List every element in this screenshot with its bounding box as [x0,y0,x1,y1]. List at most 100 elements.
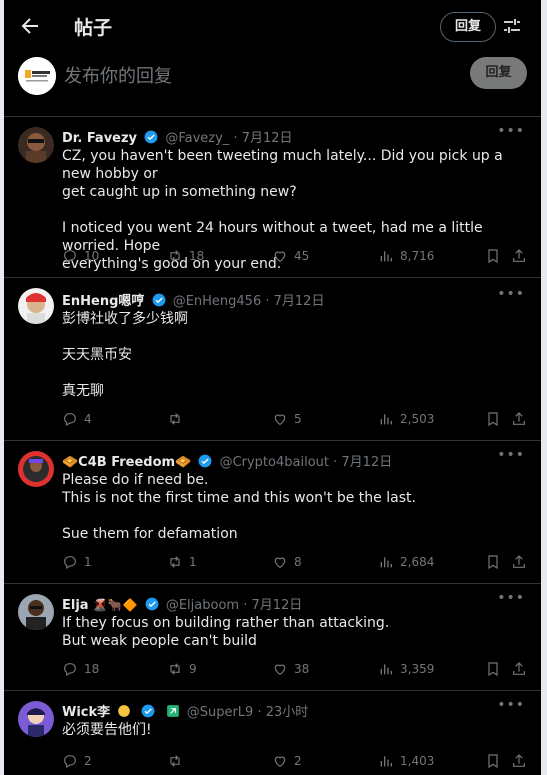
share-icon[interactable] [511,411,527,427]
retweet-icon [170,413,180,425]
views-action[interactable]: 2,684 [378,554,434,570]
reply-count: 4 [84,412,92,426]
views-count: 2,684 [400,555,435,569]
separator: · [333,455,338,470]
handle[interactable]: @SuperL9 [187,705,254,720]
like-action[interactable]: 38 [272,661,309,677]
timestamp[interactable]: 7月12日 [274,294,325,309]
share-icon[interactable] [511,554,527,570]
reply-action[interactable]: 18 [62,661,99,677]
more-options-icon[interactable]: ••• [497,697,525,713]
views-icon [380,664,392,675]
avatar[interactable] [18,594,54,630]
share-icon[interactable] [511,661,527,677]
tweet[interactable]: 🧇C4B Freedom🧇 @Crypto4bailout · 7月12日 ••… [4,441,541,584]
post-page: 帖子 回复 发布你的回复 回复 Dr. Favezy @Favezy_ · 7月… [4,0,541,775]
bookmark-icon[interactable] [485,248,501,264]
avatar[interactable] [18,451,54,487]
handle[interactable]: @Crypto4bailout [220,455,329,470]
bookmark-icon[interactable] [485,661,501,677]
retweet-count: 1 [189,555,197,569]
back-arrow-icon[interactable] [18,14,42,38]
reply-action[interactable]: 10 [62,248,99,264]
retweet-icon [170,250,180,262]
tweet-actions: 2 2 1,403 [62,753,525,771]
display-name[interactable]: EnHeng嗯哼 [62,294,144,309]
timestamp[interactable]: 7月12日 [341,455,392,470]
views-action[interactable]: 3,359 [378,661,434,677]
handle[interactable]: @Favezy_ [165,131,229,146]
more-options-icon[interactable]: ••• [497,123,525,139]
tweet-line: 彭博社收了多少钱啊 [62,311,188,327]
like-action[interactable]: 5 [272,411,302,427]
tweet-actions: 1 1 8 2,684 [62,554,525,572]
tweet-text: Please do if need be. This is not the fi… [62,471,529,543]
display-name[interactable]: Elja [62,598,89,613]
bookmark-icon[interactable] [485,554,501,570]
reply-count: 1 [84,555,92,569]
tweet-line: 必须要告他们! [62,722,152,738]
separator: · [243,598,248,613]
bookmark-icon[interactable] [485,753,501,769]
tweet-text: 彭博社收了多少钱啊 天天黑币安 真无聊 [62,310,529,400]
tweet-line: But weak people can't build [62,633,257,649]
tweet-line: This is not the first time and this won'… [62,490,416,506]
reply-button[interactable]: 回复 [470,57,527,89]
reply-icon [64,663,76,677]
separator: · [233,131,238,146]
more-options-icon[interactable]: ••• [497,286,525,302]
verified-badge-icon [145,597,159,611]
views-count: 8,716 [400,249,435,263]
display-name[interactable]: 🧇C4B Freedom🧇 [62,455,191,470]
timestamp[interactable]: 7月12日 [251,598,302,613]
like-count: 8 [294,555,302,569]
retweet-action[interactable] [167,753,189,769]
like-count: 38 [294,662,310,676]
views-action[interactable]: 2,503 [378,411,434,427]
retweet-count: 9 [189,662,197,676]
views-action[interactable]: 1,403 [378,753,434,769]
more-options-icon[interactable]: ••• [497,447,525,463]
reply-action[interactable]: 4 [62,411,92,427]
handle[interactable]: @Eljaboom [166,598,239,613]
avatar[interactable] [18,288,54,324]
tweet[interactable]: Wick李 @SuperL9 · 23小时 ••• 必须要告他们! 2 2 1,… [4,691,541,775]
affiliate-badge-icon [166,705,179,717]
reply-input[interactable]: 发布你的回复 [64,62,172,88]
like-action[interactable]: 8 [272,554,302,570]
like-action[interactable]: 2 [272,753,302,769]
retweet-icon [170,556,180,568]
views-action[interactable]: 8,716 [378,248,434,264]
reply-action[interactable]: 1 [62,554,92,570]
avatar[interactable] [18,127,54,163]
like-action[interactable]: 45 [272,248,309,264]
reply-button-top[interactable]: 回复 [440,12,496,42]
bookmark-icon[interactable] [485,411,501,427]
avatar[interactable] [18,701,54,737]
retweet-action[interactable] [167,411,189,427]
handle[interactable]: @EnHeng456 [173,294,262,309]
display-name[interactable]: Wick李 [62,705,110,720]
reply-count: 2 [84,754,92,768]
retweet-action[interactable]: 1 [167,554,197,570]
timestamp[interactable]: 7月12日 [242,131,293,146]
tweet-header: Elja 🌋🐂🔶 @Eljaboom · 7月12日 [62,594,302,613]
sliders-icon[interactable] [502,16,522,36]
tweet[interactable]: EnHeng嗯哼 @EnHeng456 · 7月12日 ••• 彭博社收了多少钱… [4,278,541,441]
timestamp[interactable]: 23小时 [266,705,309,720]
retweet-action[interactable]: 18 [167,248,204,264]
tweet-line [62,328,529,346]
tweet[interactable]: Elja 🌋🐂🔶 @Eljaboom · 7月12日 ••• If they f… [4,584,541,691]
reply-icon [64,250,76,264]
tweet[interactable]: Dr. Favezy @Favezy_ · 7月12日 ••• CZ, you … [4,117,541,278]
display-name[interactable]: Dr. Favezy [62,131,137,146]
retweet-action[interactable]: 9 [167,661,197,677]
tweet-header: 🧇C4B Freedom🧇 @Crypto4bailout · 7月12日 [62,451,392,470]
share-icon[interactable] [511,248,527,264]
reply-action[interactable]: 2 [62,753,92,769]
share-icon[interactable] [511,753,527,769]
separator: · [265,294,270,309]
tweet-line [62,507,529,525]
more-options-icon[interactable]: ••• [497,590,525,606]
retweet-count: 18 [189,249,205,263]
